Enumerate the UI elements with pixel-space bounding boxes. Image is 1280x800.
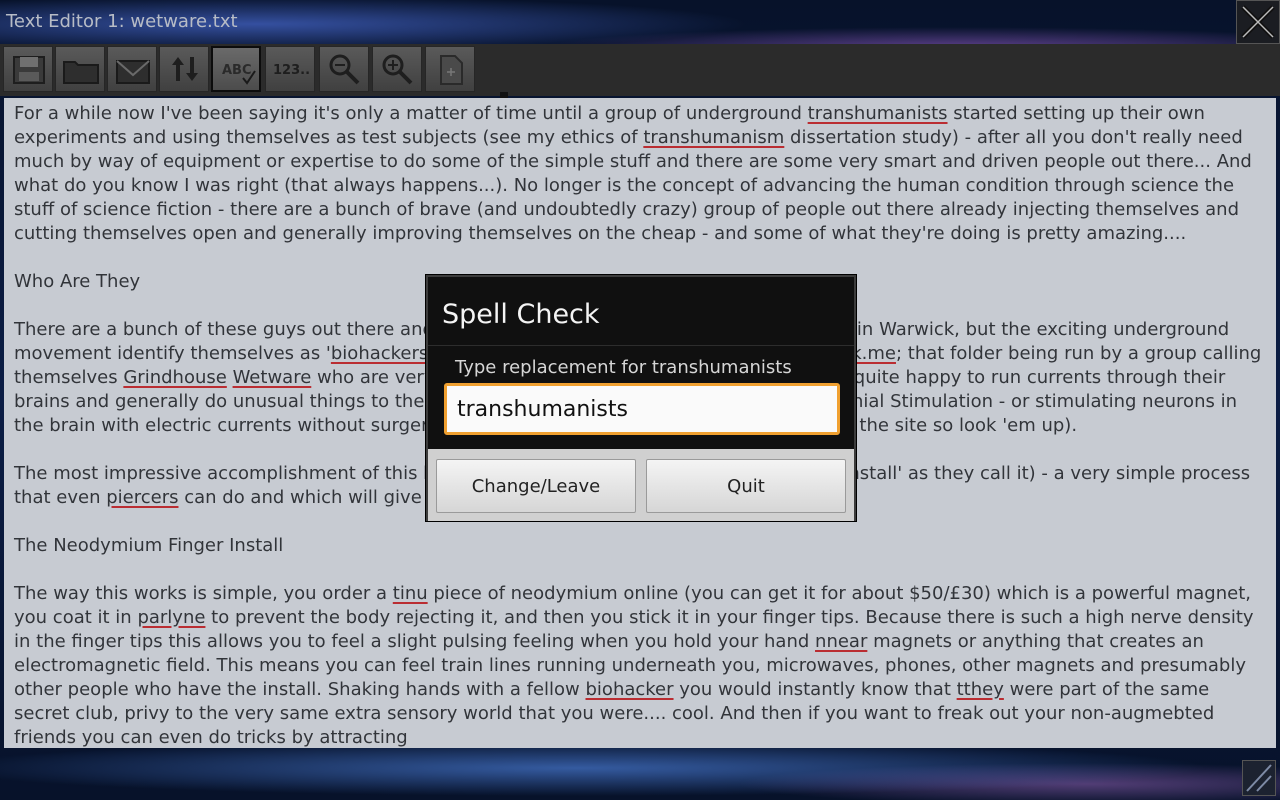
- dialog-title: Spell Check: [442, 299, 600, 330]
- spell-check-icon: ABC: [222, 63, 256, 85]
- change-leave-button[interactable]: Change/Leave: [436, 459, 636, 513]
- envelope-icon: [116, 60, 150, 84]
- spell-check-dialog: Spell Check Type replacement for transhu…: [426, 275, 856, 521]
- toolbar: ABC 123...: [0, 44, 1280, 128]
- dialog-button-bar: Change/Leave Quit: [428, 449, 854, 521]
- zoom-in-icon: [382, 54, 413, 85]
- line-numbers-button[interactable]: 123...: [265, 46, 315, 92]
- open-folder-button[interactable]: [55, 46, 105, 92]
- quit-button[interactable]: Quit: [646, 459, 846, 513]
- line-numbers-label: 123...: [273, 63, 311, 78]
- save-icon: [13, 56, 45, 84]
- close-icon: [1241, 5, 1275, 39]
- zoom-out-icon: [329, 54, 360, 85]
- dialog-divider: [428, 345, 854, 346]
- email-button[interactable]: [107, 46, 157, 92]
- dialog-prompt: Type replacement for transhumanists: [455, 357, 792, 378]
- spell-check-button[interactable]: ABC: [211, 46, 261, 92]
- new-document-button[interactable]: [425, 46, 475, 92]
- save-button[interactable]: [3, 46, 53, 92]
- new-document-icon: [440, 55, 463, 85]
- replacement-input[interactable]: [444, 383, 840, 435]
- close-window-button[interactable]: [1236, 0, 1280, 44]
- resize-handle[interactable]: [1242, 760, 1276, 796]
- zoom-in-button[interactable]: [372, 46, 422, 92]
- window-title: Text Editor 1: wetware.txt: [6, 11, 238, 32]
- sort-arrows-icon: [172, 57, 198, 81]
- sort-button[interactable]: [159, 46, 209, 92]
- spell-check-label: ABC: [222, 63, 252, 78]
- resize-icon: [1246, 764, 1272, 792]
- numbers-icon: 123...: [273, 63, 311, 78]
- zoom-out-button[interactable]: [319, 46, 369, 92]
- folder-icon: [63, 61, 99, 84]
